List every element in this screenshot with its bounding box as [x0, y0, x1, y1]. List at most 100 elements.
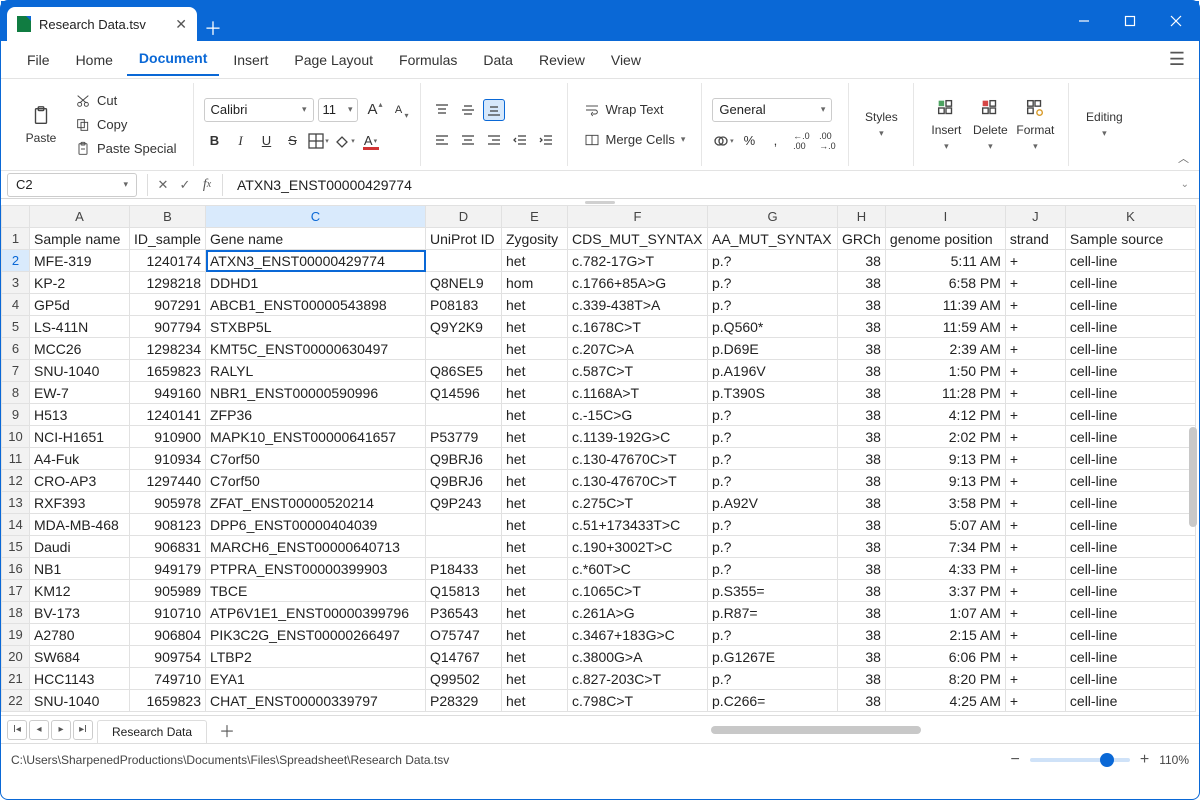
cell[interactable]: het	[502, 316, 568, 338]
decrease-font-button[interactable]: A	[388, 99, 410, 121]
cell[interactable]: SNU-1040	[30, 690, 130, 712]
cell[interactable]: 8:20 PM	[885, 668, 1005, 690]
row-header-9[interactable]: 9	[2, 404, 30, 426]
cell[interactable]: het	[502, 646, 568, 668]
cell[interactable]: 4:25 AM	[885, 690, 1005, 712]
cell[interactable]: p.?	[708, 624, 838, 646]
cell[interactable]: BV-173	[30, 602, 130, 624]
cell[interactable]: RALYL	[206, 360, 426, 382]
format-cells-button[interactable]: Format▾	[1012, 85, 1058, 164]
cell[interactable]: cell-line	[1065, 668, 1195, 690]
cell[interactable]: cell-line	[1065, 338, 1195, 360]
menu-home[interactable]: Home	[64, 46, 125, 74]
cell[interactable]: p.?	[708, 272, 838, 294]
cell[interactable]: p.G1267E	[708, 646, 838, 668]
cell[interactable]: 2:02 PM	[885, 426, 1005, 448]
cell[interactable]: Q86SE5	[426, 360, 502, 382]
document-tab[interactable]: Research Data.tsv ✕	[7, 7, 197, 41]
cell[interactable]: Gene name	[206, 228, 426, 250]
cell[interactable]: 11:59 AM	[885, 316, 1005, 338]
cell[interactable]: c.1168A>T	[568, 382, 708, 404]
cell[interactable]: cell-line	[1065, 646, 1195, 668]
cell[interactable]: cell-line	[1065, 536, 1195, 558]
cell[interactable]: 1240141	[130, 404, 206, 426]
cell[interactable]: 1297440	[130, 470, 206, 492]
cell[interactable]: +	[1005, 492, 1065, 514]
col-header-G[interactable]: G	[708, 206, 838, 228]
cell[interactable]: cell-line	[1065, 360, 1195, 382]
cell[interactable]: c.3467+183G>C	[568, 624, 708, 646]
cell[interactable]: P53779	[426, 426, 502, 448]
cell[interactable]: 9:13 PM	[885, 448, 1005, 470]
row-header-16[interactable]: 16	[2, 558, 30, 580]
cell[interactable]: DPP6_ENST00000404039	[206, 514, 426, 536]
cell[interactable]: LS-411N	[30, 316, 130, 338]
cell[interactable]: c.-15C>G	[568, 404, 708, 426]
cell[interactable]: 949160	[130, 382, 206, 404]
window-close-button[interactable]	[1153, 1, 1199, 41]
cell[interactable]: 38	[838, 426, 886, 448]
cell[interactable]: cell-line	[1065, 690, 1195, 712]
row-header-8[interactable]: 8	[2, 382, 30, 404]
col-header-B[interactable]: B	[130, 206, 206, 228]
cell[interactable]: ZFAT_ENST00000520214	[206, 492, 426, 514]
wrap-text-button[interactable]: Wrap Text	[578, 99, 692, 121]
cell[interactable]: 949179	[130, 558, 206, 580]
menu-page-layout[interactable]: Page Layout	[282, 46, 385, 74]
cell[interactable]: 909754	[130, 646, 206, 668]
sheet-nav-next-icon[interactable]: ▸	[51, 720, 71, 740]
cell[interactable]: +	[1005, 558, 1065, 580]
cell[interactable]: cell-line	[1065, 316, 1195, 338]
cell[interactable]: cell-line	[1065, 272, 1195, 294]
cell[interactable]: het	[502, 470, 568, 492]
cell[interactable]: p.?	[708, 558, 838, 580]
cell[interactable]	[426, 404, 502, 426]
cell[interactable]: 5:11 AM	[885, 250, 1005, 272]
cell[interactable]: 749710	[130, 668, 206, 690]
horizontal-scrollbar-thumb[interactable]	[711, 726, 921, 734]
cell[interactable]: het	[502, 580, 568, 602]
cell[interactable]: Q14596	[426, 382, 502, 404]
cell[interactable]: p.?	[708, 514, 838, 536]
cell[interactable]: CDS_MUT_SYNTAX	[568, 228, 708, 250]
close-tab-icon[interactable]: ✕	[175, 16, 187, 33]
cell[interactable]: EYA1	[206, 668, 426, 690]
row-header-21[interactable]: 21	[2, 668, 30, 690]
zoom-in-button[interactable]: +	[1140, 751, 1149, 769]
cell[interactable]: 906831	[130, 536, 206, 558]
row-header-2[interactable]: 2	[2, 250, 30, 272]
cell[interactable]: het	[502, 250, 568, 272]
align-right-button[interactable]	[483, 129, 505, 151]
cell[interactable]: Q15813	[426, 580, 502, 602]
cell[interactable]: MFE-319	[30, 250, 130, 272]
cell[interactable]: het	[502, 404, 568, 426]
cell[interactable]: p.Q560*	[708, 316, 838, 338]
cell[interactable]: GP5d	[30, 294, 130, 316]
cell[interactable]: Q9Y2K9	[426, 316, 502, 338]
cell[interactable]: 2:15 AM	[885, 624, 1005, 646]
cell[interactable]: 38	[838, 294, 886, 316]
cell[interactable]: CHAT_ENST00000339797	[206, 690, 426, 712]
cell[interactable]: p.?	[708, 294, 838, 316]
cell[interactable]: +	[1005, 404, 1065, 426]
cell[interactable]: LTBP2	[206, 646, 426, 668]
cell[interactable]: +	[1005, 602, 1065, 624]
cell[interactable]: 6:58 PM	[885, 272, 1005, 294]
cell[interactable]: cell-line	[1065, 470, 1195, 492]
col-header-I[interactable]: I	[885, 206, 1005, 228]
ribbon-options-icon[interactable]: ☰	[1169, 49, 1185, 70]
cell[interactable]: c.339-438T>A	[568, 294, 708, 316]
cell[interactable]: 905978	[130, 492, 206, 514]
cell[interactable]: het	[502, 690, 568, 712]
cell[interactable]: 38	[838, 690, 886, 712]
cell[interactable]: p.?	[708, 668, 838, 690]
align-left-button[interactable]	[431, 129, 453, 151]
row-header-7[interactable]: 7	[2, 360, 30, 382]
cell[interactable]: c.3800G>A	[568, 646, 708, 668]
formula-accept-icon[interactable]: ✓	[174, 177, 196, 193]
cell[interactable]: PIK3C2G_ENST00000266497	[206, 624, 426, 646]
cell[interactable]: 907291	[130, 294, 206, 316]
cell[interactable]: c.275C>T	[568, 492, 708, 514]
cell[interactable]: +	[1005, 668, 1065, 690]
row-header-17[interactable]: 17	[2, 580, 30, 602]
